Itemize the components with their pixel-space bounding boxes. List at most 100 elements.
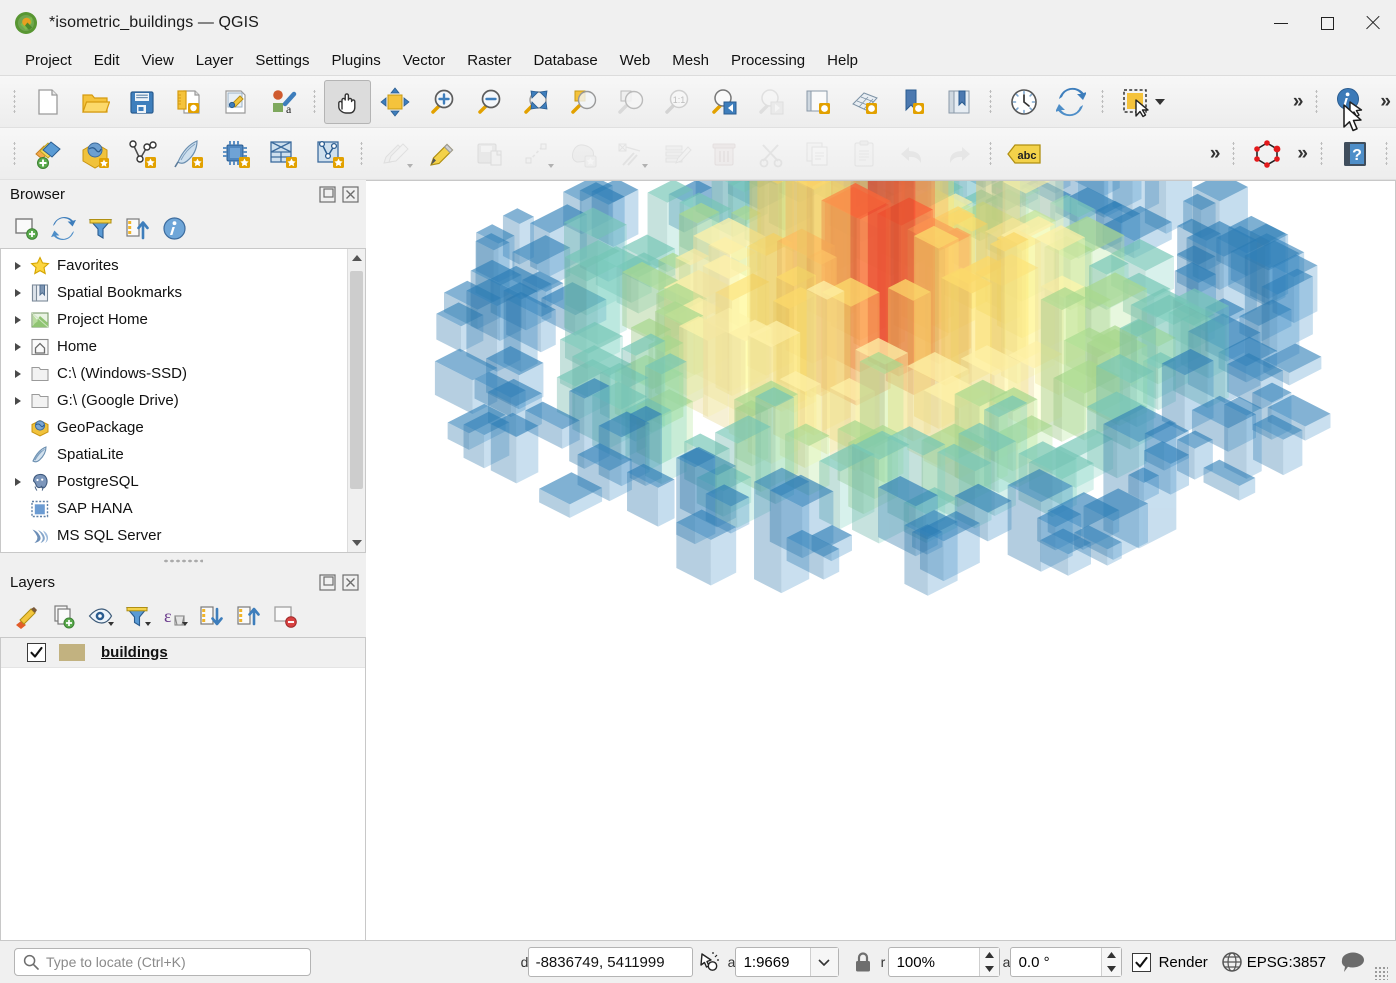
browser-item-project-home[interactable]: Project Home [1, 306, 347, 333]
menu-processing[interactable]: Processing [720, 49, 816, 72]
copy-features-button[interactable] [794, 132, 841, 176]
chevron-down-icon[interactable] [642, 164, 648, 168]
stepper-down-icon[interactable] [980, 962, 999, 976]
expand-arrow-icon[interactable] [9, 370, 27, 378]
menu-raster[interactable]: Raster [456, 49, 522, 72]
toolbar-overflow-button[interactable]: » [1286, 80, 1309, 124]
scrollbar-thumb[interactable] [350, 271, 363, 489]
add-selected-layers-button[interactable] [8, 211, 45, 245]
zoom-full-button[interactable] [512, 80, 559, 124]
menu-database[interactable]: Database [522, 49, 608, 72]
scroll-down-arrow-icon[interactable] [348, 534, 365, 552]
open-data-source-manager-button[interactable] [24, 132, 71, 176]
minimize-button[interactable] [1258, 0, 1304, 46]
magnifier-stepper[interactable] [979, 948, 999, 976]
browser-item-home[interactable]: Home [1, 333, 347, 360]
menu-project[interactable]: Project [14, 49, 83, 72]
crs-label[interactable]: EPSG:3857 [1247, 954, 1336, 971]
expand-arrow-icon[interactable] [9, 262, 27, 270]
layer-visibility-checkbox[interactable] [27, 643, 46, 662]
zoom-last-button[interactable] [700, 80, 747, 124]
refresh-browser-button[interactable] [45, 211, 82, 245]
pan-to-selection-button[interactable] [371, 80, 418, 124]
scale-dropdown-button[interactable] [810, 948, 838, 976]
menu-web[interactable]: Web [609, 49, 662, 72]
multi-edit-button[interactable] [653, 132, 700, 176]
render-checkbox[interactable] [1132, 953, 1151, 972]
browser-item-wms-wmts[interactable]: WMS/WMTS [1, 549, 347, 552]
browser-item-sap-hana[interactable]: SAP HANA [1, 495, 347, 522]
add-geopackage-layer-button[interactable] [71, 132, 118, 176]
new-3d-map-view-button[interactable] [841, 80, 888, 124]
toggle-editing-button[interactable] [418, 132, 465, 176]
browser-item-c-windows-ssd[interactable]: C:\ (Windows-SSD) [1, 360, 347, 387]
zoom-in-button[interactable] [418, 80, 465, 124]
filter-legend-button[interactable] [119, 600, 156, 634]
help-button[interactable]: ? [1331, 132, 1378, 176]
new-map-view-button[interactable] [794, 80, 841, 124]
chevron-down-icon[interactable] [108, 622, 114, 626]
chevron-down-icon[interactable] [145, 622, 151, 626]
maximize-button[interactable] [1304, 0, 1350, 46]
new-bookmark-button[interactable] [888, 80, 935, 124]
menu-plugins[interactable]: Plugins [321, 49, 392, 72]
window-resize-grip[interactable] [1374, 966, 1388, 980]
zoom-out-button[interactable] [465, 80, 512, 124]
collapse-all-button[interactable] [119, 211, 156, 245]
browser-item-geopackage[interactable]: GeoPackage [1, 414, 347, 441]
menu-mesh[interactable]: Mesh [661, 49, 720, 72]
browser-item-spatialite[interactable]: SpatiaLite [1, 441, 347, 468]
select-features-button[interactable] [1112, 80, 1159, 124]
show-bookmarks-button[interactable] [935, 80, 982, 124]
browser-scrollbar[interactable] [347, 249, 365, 552]
collapse-all-button[interactable] [230, 600, 267, 634]
rotation-stepper[interactable] [1101, 948, 1121, 976]
zoom-to-selection-button[interactable] [559, 80, 606, 124]
vertex-tool-button[interactable] [559, 132, 606, 176]
add-spatialite-layer-button[interactable] [165, 132, 212, 176]
coordinate-field[interactable]: -8836749, 5411999 [528, 947, 693, 977]
remove-layer-button[interactable] [267, 600, 304, 634]
layer-row-buildings[interactable]: buildings [1, 638, 365, 668]
save-project-button[interactable] [118, 80, 165, 124]
data-source-manager-button[interactable]: a [259, 80, 306, 124]
layers-close-button[interactable] [341, 573, 360, 592]
menu-help[interactable]: Help [816, 49, 869, 72]
rotation-spinbox[interactable]: 0.0 ° [1010, 947, 1122, 977]
layers-float-button[interactable] [318, 573, 337, 592]
stepper-up-icon[interactable] [1102, 948, 1121, 962]
browser-item-spatial-bookmarks[interactable]: Spatial Bookmarks [1, 279, 347, 306]
menu-edit[interactable]: Edit [83, 49, 131, 72]
undo-button[interactable] [888, 132, 935, 176]
menu-layer[interactable]: Layer [185, 49, 245, 72]
expand-arrow-icon[interactable] [9, 289, 27, 297]
current-edits-button[interactable] [371, 132, 418, 176]
add-vector-layer-button[interactable] [118, 132, 165, 176]
crs-status-button[interactable] [1217, 947, 1247, 977]
filter-legend-expression-button[interactable]: ε [156, 600, 193, 634]
cut-features-button[interactable] [747, 132, 794, 176]
identify-features-button[interactable] [1326, 80, 1373, 124]
style-manager-button[interactable] [212, 80, 259, 124]
render-toggle[interactable]: Render [1132, 953, 1208, 972]
zoom-next-button[interactable] [747, 80, 794, 124]
stepper-up-icon[interactable] [980, 948, 999, 962]
save-layer-edits-button[interactable] [465, 132, 512, 176]
open-project-button[interactable] [71, 80, 118, 124]
browser-properties-button[interactable] [156, 211, 193, 245]
magnifier-spinbox[interactable]: 100% [888, 947, 1000, 977]
temporal-controller-button[interactable] [1000, 80, 1047, 124]
toolbar-overflow-button-4[interactable]: » [1290, 132, 1313, 176]
browser-close-button[interactable] [341, 185, 360, 204]
pan-map-button[interactable] [324, 80, 371, 124]
browser-item-favorites[interactable]: Favorites [1, 252, 347, 279]
refresh-map-button[interactable] [1047, 80, 1094, 124]
close-button[interactable] [1350, 0, 1396, 46]
expand-all-button[interactable] [193, 600, 230, 634]
toolbar-overflow-button-3[interactable]: » [1203, 132, 1226, 176]
expand-arrow-icon[interactable] [9, 397, 27, 405]
lock-scale-button[interactable] [848, 947, 878, 977]
browser-float-button[interactable] [318, 185, 337, 204]
modify-geometry-button[interactable] [606, 132, 653, 176]
chevron-down-icon[interactable] [407, 164, 413, 168]
